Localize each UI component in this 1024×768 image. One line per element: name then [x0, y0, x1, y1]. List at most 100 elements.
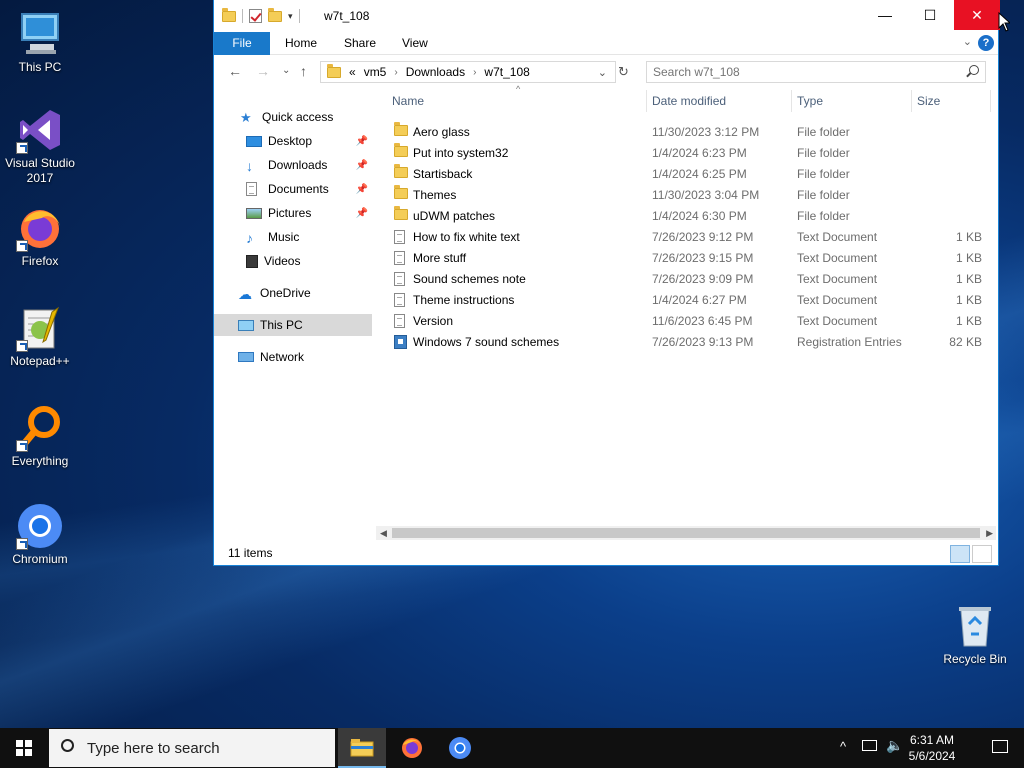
search-icon — [61, 739, 74, 752]
close-button[interactable]: ✕ — [954, 0, 1000, 30]
scrollbar-thumb[interactable] — [392, 528, 980, 538]
forward-arrow-icon[interactable]: → — [256, 63, 270, 79]
column-header-name[interactable]: Name — [392, 94, 424, 108]
expand-ribbon-icon[interactable]: ⌄ — [963, 35, 972, 48]
tab-share[interactable]: Share — [330, 32, 390, 55]
file-row[interactable]: Windows 7 sound schemes 7/26/2023 9:13 P… — [386, 331, 986, 352]
address-overflow[interactable]: « — [349, 65, 356, 79]
taskbar-clock[interactable]: 6:31 AM 5/6/2024 — [902, 732, 962, 764]
pin-icon[interactable]: 📌 — [356, 136, 368, 147]
column-header-date[interactable]: Date modified — [652, 94, 726, 108]
nav-pictures[interactable]: Pictures 📌 — [214, 202, 372, 224]
music-note-icon: ♪ — [246, 230, 253, 246]
title-bar[interactable]: ▾ w7t_108 — ☐ ✕ — [214, 0, 1000, 32]
network-status-icon[interactable] — [862, 740, 877, 751]
window-title: w7t_108 — [324, 9, 370, 23]
maximize-button[interactable]: ☐ — [907, 0, 953, 30]
column-header-type[interactable]: Type — [797, 94, 823, 108]
taskbar-search-box[interactable]: Type here to search — [49, 729, 335, 767]
desktop-icon-visual-studio[interactable]: Visual Studio 2017 — [0, 106, 80, 186]
nav-quick-access[interactable]: ★ Quick access — [214, 106, 372, 128]
file-row[interactable]: Version 11/6/2023 6:45 PM Text Document … — [386, 310, 986, 331]
ribbon-tabs: File Home Share View ⌄ ? — [214, 32, 998, 55]
volume-muted-icon[interactable]: 🔈 — [886, 737, 903, 754]
breadcrumb-downloads[interactable]: Downloads — [406, 65, 465, 79]
column-header-size[interactable]: Size — [917, 94, 940, 108]
desktop-icon-everything[interactable]: Everything — [0, 404, 80, 469]
file-row[interactable]: More stuff 7/26/2023 9:15 PM Text Docume… — [386, 247, 986, 268]
desktop-icon-label: Visual Studio 2017 — [5, 156, 75, 185]
file-row[interactable]: Startisback 1/4/2024 6:25 PM File folder — [386, 163, 986, 184]
notepad-plus-plus-icon — [16, 304, 64, 352]
start-button[interactable] — [0, 728, 48, 768]
scroll-right-arrow-icon[interactable]: ▶ — [986, 526, 993, 540]
details-view-button[interactable] — [950, 545, 970, 563]
taskbar-file-explorer[interactable] — [338, 728, 386, 768]
shortcut-arrow-icon — [16, 440, 28, 452]
back-arrow-icon[interactable]: ← — [228, 63, 242, 79]
show-hidden-icons-chevron-icon[interactable]: ^ — [840, 739, 846, 754]
desktop-icon-label: Chromium — [12, 552, 68, 566]
breadcrumb-vm5[interactable]: vm5 — [364, 65, 387, 79]
desktop-icon-recycle-bin[interactable]: Recycle Bin — [935, 602, 1015, 667]
clock-date: 5/6/2024 — [908, 749, 956, 763]
properties-icon[interactable] — [249, 9, 262, 23]
recent-locations-dropdown-icon[interactable]: ⌄ — [282, 65, 290, 76]
tab-view[interactable]: View — [388, 32, 442, 55]
up-arrow-icon[interactable]: ↑ — [300, 63, 307, 79]
file-row[interactable]: How to fix white text 7/26/2023 9:12 PM … — [386, 226, 986, 247]
desktop-icon-label: Firefox — [21, 254, 59, 268]
nav-downloads[interactable]: ↓ Downloads 📌 — [214, 154, 372, 176]
taskbar-firefox[interactable] — [388, 728, 436, 768]
desktop-icon-firefox[interactable]: Firefox — [0, 204, 80, 269]
nav-network[interactable]: Network — [214, 346, 372, 368]
firefox-icon — [16, 204, 64, 252]
shortcut-arrow-icon — [16, 240, 28, 252]
large-icons-view-button[interactable] — [972, 545, 992, 563]
system-tray: ^ 🔈 6:31 AM 5/6/2024 — [824, 728, 1024, 768]
nav-music[interactable]: ♪ Music — [214, 226, 372, 248]
mouse-cursor-icon — [998, 12, 1010, 32]
address-bar[interactable]: « vm5 › Downloads › w7t_108 ⌄ — [320, 61, 616, 83]
horizontal-scrollbar[interactable]: ◀ ▶ — [376, 526, 996, 540]
file-explorer-icon — [350, 739, 374, 757]
desktop-icon-chromium[interactable]: Chromium — [0, 502, 80, 567]
nav-desktop[interactable]: Desktop 📌 — [214, 130, 372, 152]
search-icon[interactable] — [969, 65, 979, 75]
pin-icon[interactable]: 📌 — [356, 160, 368, 171]
tab-home[interactable]: Home — [271, 32, 331, 55]
pin-icon[interactable]: 📌 — [356, 184, 368, 195]
desktop-icon-this-pc[interactable]: This PC — [0, 10, 80, 75]
desktop-icon-label: Everything — [11, 454, 69, 468]
customize-toolbar-dropdown-icon[interactable]: ▾ — [288, 11, 293, 22]
clock-time: 6:31 AM — [909, 733, 955, 747]
nav-videos[interactable]: Videos — [214, 250, 372, 272]
nav-this-pc[interactable]: This PC — [214, 314, 372, 336]
help-icon[interactable]: ? — [978, 35, 994, 51]
scroll-left-arrow-icon[interactable]: ◀ — [380, 526, 387, 540]
action-center-icon[interactable] — [992, 740, 1008, 753]
desktop-icon-label: Notepad++ — [10, 354, 70, 368]
search-input[interactable] — [647, 62, 947, 82]
tab-file[interactable]: File — [214, 32, 270, 55]
desktop-icon-notepadpp[interactable]: Notepad++ — [0, 304, 80, 369]
file-row[interactable]: Themes 11/30/2023 3:04 PM File folder — [386, 184, 986, 205]
file-row[interactable]: Sound schemes note 7/26/2023 9:09 PM Tex… — [386, 268, 986, 289]
file-row[interactable]: Aero glass 11/30/2023 3:12 PM File folde… — [386, 121, 986, 142]
text-document-icon — [394, 230, 405, 244]
pin-icon[interactable]: 📌 — [356, 208, 368, 219]
address-history-dropdown-icon[interactable]: ⌄ — [598, 66, 607, 79]
nav-documents[interactable]: Documents 📌 — [214, 178, 372, 200]
file-row[interactable]: Put into system32 1/4/2024 6:23 PM File … — [386, 142, 986, 163]
desktop-icon — [246, 135, 262, 147]
search-box[interactable] — [646, 61, 986, 83]
file-row[interactable]: uDWM patches 1/4/2024 6:30 PM File folde… — [386, 205, 986, 226]
breadcrumb-w7t-108[interactable]: w7t_108 — [484, 65, 529, 79]
minimize-button[interactable]: — — [862, 0, 908, 30]
sort-ascending-icon: ^ — [516, 84, 521, 94]
refresh-icon[interactable]: ↻ — [618, 64, 629, 80]
nav-onedrive[interactable]: ☁ OneDrive — [214, 282, 372, 304]
file-row[interactable]: Theme instructions 1/4/2024 6:27 PM Text… — [386, 289, 986, 310]
taskbar-chromium[interactable] — [436, 728, 484, 768]
new-folder-icon[interactable] — [268, 7, 282, 22]
